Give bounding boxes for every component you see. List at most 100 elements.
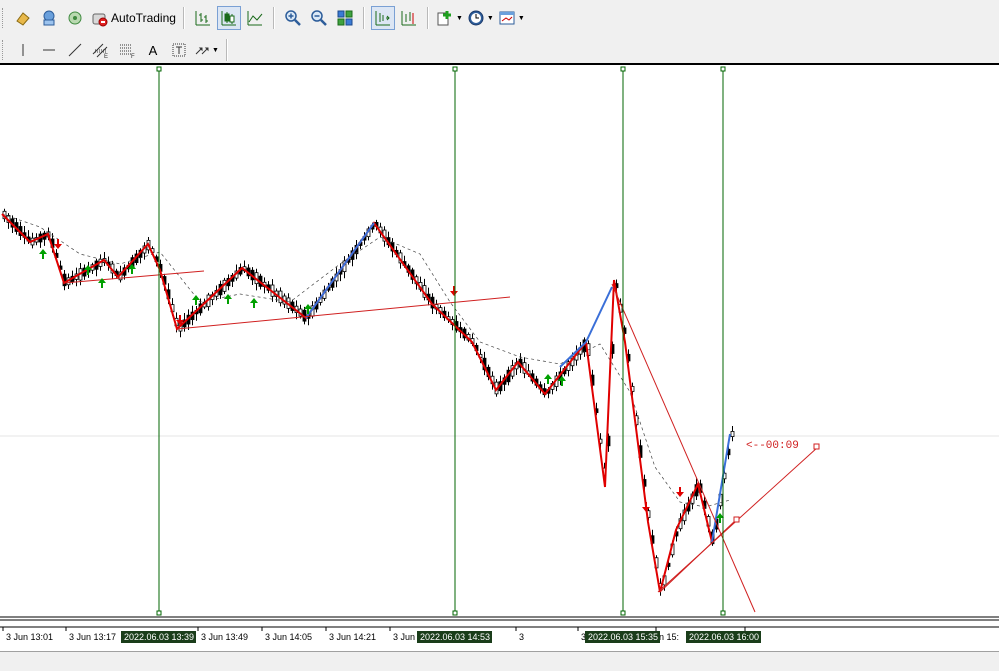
arrows-button[interactable]: ▼ (193, 38, 220, 62)
chart-shift-button[interactable] (370, 6, 395, 30)
line-chart-icon (246, 9, 264, 27)
zigzag-blue-segment (305, 222, 375, 319)
vertical-line-button[interactable] (11, 38, 35, 62)
bar-chart-button[interactable] (191, 6, 215, 30)
trendline-anchor (813, 443, 820, 450)
zoom-out-icon (310, 9, 328, 27)
equidistant-channel-icon: E (92, 42, 110, 58)
periods-button[interactable]: ▼ (466, 6, 495, 30)
chart-shift-icon (374, 9, 392, 27)
autoscroll-icon (400, 9, 418, 27)
autotrading-label: AutoTrading (111, 11, 176, 25)
vertical-line-anchor (156, 66, 162, 72)
toolbar-grip[interactable] (2, 40, 6, 60)
horizontal-line-icon (41, 42, 57, 58)
new-order-icon (14, 9, 32, 27)
sell-arrow-icon (676, 487, 684, 497)
chart-window[interactable]: 3 Jun 13:01 3 Jun 13:17 3 Jun 13:49 3 Jun 1… (0, 63, 999, 651)
trendline (611, 283, 756, 613)
text-label-button[interactable] (167, 38, 191, 62)
svg-text:F: F (131, 54, 135, 58)
toolbar-separator (426, 7, 429, 29)
line-studies-toolbar: E F A ▼ (0, 37, 999, 63)
standard-toolbar: AutoTrading ▼ ▼ ▼ (0, 0, 999, 36)
indicators-button[interactable]: ▼ (435, 6, 464, 30)
vertical-line-anchor (620, 66, 626, 72)
market-watch-button[interactable] (37, 6, 61, 30)
vertical-line-anchor (620, 610, 626, 616)
autotrading-button[interactable]: AutoTrading (89, 6, 177, 30)
arrows-icon (194, 42, 210, 58)
fibonacci-icon: F (118, 42, 136, 58)
autoscroll-button[interactable] (397, 6, 421, 30)
vertical-line-anchor (452, 610, 458, 616)
fibonacci-button[interactable]: F (115, 38, 139, 62)
moving-average-line (1, 213, 731, 508)
autotrading-icon (90, 9, 108, 27)
chevron-down-icon: ▼ (212, 46, 219, 54)
chevron-down-icon: ▼ (486, 14, 494, 22)
signals-icon (66, 9, 84, 27)
new-order-button[interactable] (11, 6, 35, 30)
time-highlight-label: 2022.06.03 16:00 (689, 632, 759, 642)
candle-body (730, 431, 735, 437)
chevron-down-icon: ▼ (455, 14, 463, 22)
time-highlight-label: 2022.06.03 14:53 (420, 632, 490, 642)
zoom-in-icon (284, 9, 302, 27)
toolbar-separator (362, 7, 365, 29)
toolbar-separator (182, 7, 185, 29)
buy-arrow-icon (39, 249, 47, 259)
sell-arrow-icon (450, 286, 458, 296)
periods-icon (467, 9, 485, 27)
bar-countdown-timer: <--00:09 (746, 440, 799, 452)
toolbar-separator (225, 39, 228, 61)
status-bar (0, 651, 999, 671)
price-chart[interactable]: 3 Jun 13:01 3 Jun 13:17 3 Jun 13:49 3 Jun 1… (0, 65, 999, 651)
sell-arrow-icon (54, 239, 62, 249)
tile-windows-icon (336, 9, 354, 27)
buy-arrow-icon (544, 374, 552, 384)
buy-arrow-icon (250, 298, 258, 308)
text-icon: A (148, 42, 158, 58)
time-axis-label: 3 Jun 13:49 (201, 632, 248, 642)
time-axis-label: 3 Jun 14:21 (329, 632, 376, 642)
time-axis-label: n 15: (659, 632, 679, 642)
indicators-icon (436, 9, 454, 27)
chevron-down-icon: ▼ (517, 14, 525, 22)
equidistant-channel-button[interactable]: E (89, 38, 113, 62)
signals-button[interactable] (63, 6, 87, 30)
time-axis-label: 3 Jun 13:17 (69, 632, 116, 642)
templates-button[interactable]: ▼ (497, 6, 526, 30)
templates-icon (498, 9, 516, 27)
trendline-anchor (733, 516, 740, 523)
zoom-in-button[interactable] (281, 6, 305, 30)
zigzag-blue-segment (711, 433, 731, 543)
text-button[interactable]: A (141, 38, 165, 62)
candlestick-chart-icon (220, 9, 238, 27)
time-axis-label: 3 Jun (393, 632, 415, 642)
candlestick-chart-button[interactable] (216, 6, 241, 30)
zoom-out-button[interactable] (307, 6, 331, 30)
market-watch-icon (40, 9, 58, 27)
vertical-line-anchor (720, 610, 726, 616)
toolbar-separator (272, 7, 275, 29)
horizontal-line-button[interactable] (37, 38, 61, 62)
bar-chart-icon (194, 9, 212, 27)
text-label-icon (171, 42, 187, 58)
toolbar-grip[interactable] (2, 8, 6, 28)
zigzag-blue-segment (585, 286, 613, 343)
trendline-button[interactable] (63, 38, 87, 62)
trendline-icon (67, 42, 83, 58)
svg-text:E: E (104, 54, 108, 58)
vertical-line-anchor (720, 66, 726, 72)
line-chart-button[interactable] (243, 6, 267, 30)
time-highlight-label: 2022.06.03 13:39 (124, 632, 194, 642)
time-highlight-label: 2022.06.03 15:35 (588, 632, 658, 642)
time-axis-label: 3 (519, 632, 524, 642)
time-axis-label: 3 Jun 14:05 (265, 632, 312, 642)
vertical-line-anchor (156, 610, 162, 616)
vertical-line-anchor (452, 66, 458, 72)
tile-windows-button[interactable] (333, 6, 357, 30)
time-axis-label: 3 Jun 13:01 (6, 632, 53, 642)
vertical-line-icon (15, 42, 31, 58)
